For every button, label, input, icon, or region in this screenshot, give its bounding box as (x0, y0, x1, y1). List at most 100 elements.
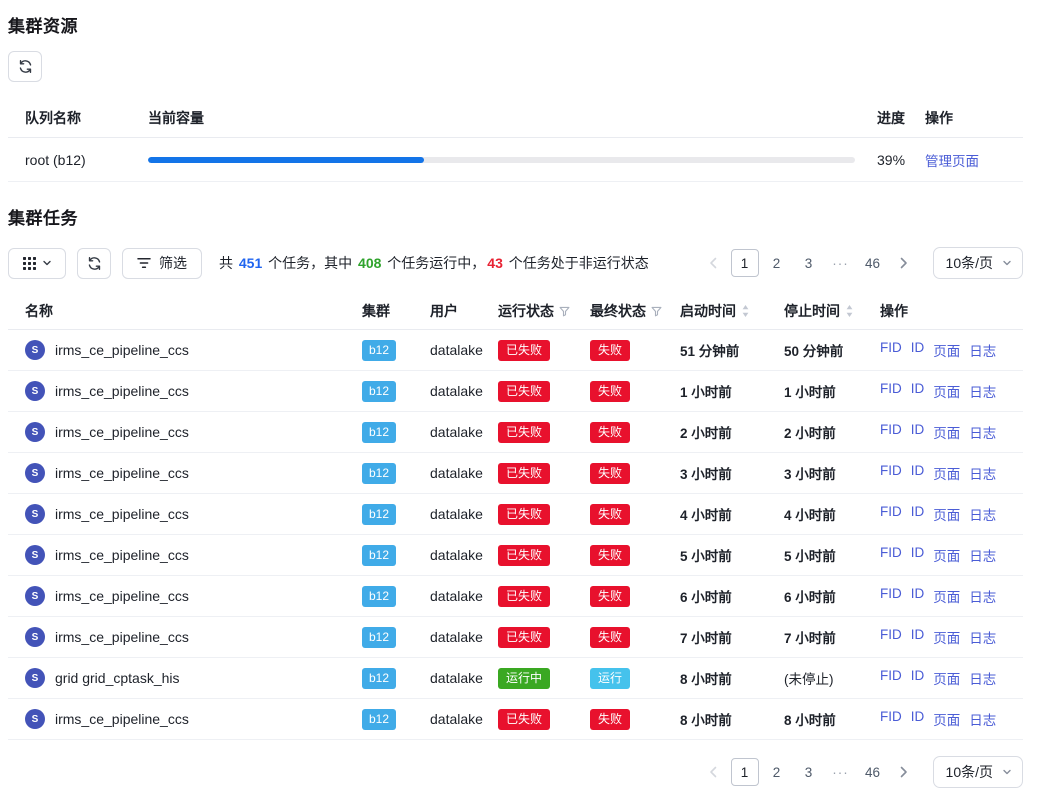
action-link-日志[interactable]: 日志 (969, 463, 996, 483)
action-link-页面[interactable]: 页面 (933, 668, 960, 688)
final-status-badge: 运行 (590, 668, 630, 689)
action-link-id[interactable]: ID (911, 340, 925, 360)
summary-text: 共 (219, 255, 237, 271)
action-link-页面[interactable]: 页面 (933, 504, 960, 524)
action-link-页面[interactable]: 页面 (933, 586, 960, 606)
action-link-页面[interactable]: 页面 (933, 340, 960, 360)
pagination-page-1[interactable]: 1 (731, 758, 759, 786)
user-name: datalake (430, 629, 498, 645)
table-row: S irms_ce_pipeline_ccs b12 datalake 已失败 … (8, 371, 1023, 412)
action-link-日志[interactable]: 日志 (969, 586, 996, 606)
action-link-页面[interactable]: 页面 (933, 422, 960, 442)
run-status-badge: 已失败 (498, 586, 550, 607)
row-actions: FID ID 页面日志 (880, 381, 1023, 401)
cluster-tasks-title: 集群任务 (8, 204, 1023, 229)
pagination-pages: 123···46 (731, 249, 887, 277)
action-link-页面[interactable]: 页面 (933, 709, 960, 729)
pagination-prev-button[interactable] (701, 249, 727, 277)
run-status-badge: 运行中 (498, 668, 550, 689)
filter-funnel-icon[interactable] (651, 306, 662, 317)
action-link-fid[interactable]: FID (880, 709, 902, 729)
action-link-fid[interactable]: FID (880, 381, 902, 401)
action-link-日志[interactable]: 日志 (969, 627, 996, 647)
pagination-next-button[interactable] (891, 758, 917, 786)
pagination-page-3[interactable]: 3 (795, 758, 823, 786)
final-status-badge: 失败 (590, 422, 630, 443)
run-status-badge: 已失败 (498, 504, 550, 525)
manage-page-link[interactable]: 管理页面 (925, 154, 979, 169)
action-link-fid[interactable]: FID (880, 586, 902, 606)
pagination-page-2[interactable]: 2 (763, 249, 791, 277)
refresh-tasks-button[interactable] (77, 248, 111, 279)
pagination-page-2[interactable]: 2 (763, 758, 791, 786)
final-status-badge: 失败 (590, 340, 630, 361)
page-size-value: 10条/页 (946, 762, 993, 782)
action-link-fid[interactable]: FID (880, 504, 902, 524)
task-name-cell: S irms_ce_pipeline_ccs (25, 340, 362, 360)
pagination-page-46[interactable]: 46 (859, 249, 887, 277)
start-time: 5 小时前 (680, 545, 784, 565)
action-link-id[interactable]: ID (911, 381, 925, 401)
queue-name: root (b12) (25, 152, 148, 168)
action-link-日志[interactable]: 日志 (969, 340, 996, 360)
action-link-页面[interactable]: 页面 (933, 627, 960, 647)
page-size-select[interactable]: 10条/页 (933, 756, 1023, 788)
pagination-prev-button[interactable] (701, 758, 727, 786)
capacity-cell (148, 157, 877, 163)
start-time: 8 小时前 (680, 668, 784, 688)
user-name: datalake (430, 383, 498, 399)
refresh-resources-button[interactable] (8, 51, 42, 82)
action-link-日志[interactable]: 日志 (969, 504, 996, 524)
filter-funnel-icon[interactable] (559, 306, 570, 317)
action-link-页面[interactable]: 页面 (933, 381, 960, 401)
stop-time: 1 小时前 (784, 381, 880, 401)
pagination-next-button[interactable] (891, 249, 917, 277)
task-name-cell: S irms_ce_pipeline_ccs (25, 422, 362, 442)
action-link-fid[interactable]: FID (880, 340, 902, 360)
action-link-fid[interactable]: FID (880, 422, 902, 442)
filter-button[interactable]: 筛选 (122, 248, 202, 279)
cluster-badge: b12 (362, 381, 396, 402)
action-link-id[interactable]: ID (911, 463, 925, 483)
action-link-id[interactable]: ID (911, 504, 925, 524)
action-link-日志[interactable]: 日志 (969, 709, 996, 729)
action-link-fid[interactable]: FID (880, 668, 902, 688)
action-link-id[interactable]: ID (911, 668, 925, 688)
action-link-id[interactable]: ID (911, 545, 925, 565)
stop-time: 50 分钟前 (784, 340, 880, 360)
action-link-页面[interactable]: 页面 (933, 463, 960, 483)
action-link-id[interactable]: ID (911, 627, 925, 647)
refresh-icon (87, 256, 102, 271)
run-status-badge: 已失败 (498, 340, 550, 361)
action-link-日志[interactable]: 日志 (969, 381, 996, 401)
action-link-fid[interactable]: FID (880, 545, 902, 565)
action-link-日志[interactable]: 日志 (969, 668, 996, 688)
cluster-badge: b12 (362, 463, 396, 484)
table-row: S grid grid_cptask_his b12 datalake 运行中 … (8, 658, 1023, 699)
action-link-页面[interactable]: 页面 (933, 545, 960, 565)
pagination-page-3[interactable]: 3 (795, 249, 823, 277)
action-link-id[interactable]: ID (911, 586, 925, 606)
cluster-badge: b12 (362, 709, 396, 730)
sorter-icon[interactable] (845, 304, 854, 318)
row-actions: FID ID 页面日志 (880, 463, 1023, 483)
pagination: 123···46 (701, 249, 917, 277)
pagination-page-46[interactable]: 46 (859, 758, 887, 786)
column-header-stop-time: 停止时间 (784, 301, 880, 321)
user-name: datalake (430, 424, 498, 440)
action-link-日志[interactable]: 日志 (969, 545, 996, 565)
start-time: 2 小时前 (680, 422, 784, 442)
action-link-fid[interactable]: FID (880, 627, 902, 647)
action-link-fid[interactable]: FID (880, 463, 902, 483)
page-size-select[interactable]: 10条/页 (933, 247, 1023, 279)
action-link-日志[interactable]: 日志 (969, 422, 996, 442)
action-link-id[interactable]: ID (911, 422, 925, 442)
sorter-icon[interactable] (741, 304, 750, 318)
row-actions: FID ID 页面日志 (880, 545, 1023, 565)
pagination-page-1[interactable]: 1 (731, 249, 759, 277)
summary-text: 个任务，其中 (264, 255, 356, 271)
layout-grid-button[interactable] (8, 248, 66, 279)
stop-time: 6 小时前 (784, 586, 880, 606)
action-link-id[interactable]: ID (911, 709, 925, 729)
run-status-badge: 已失败 (498, 463, 550, 484)
